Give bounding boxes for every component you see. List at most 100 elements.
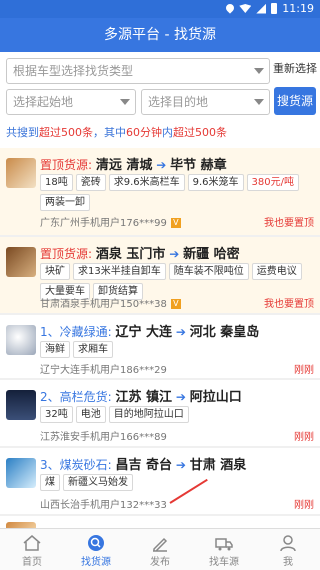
tab-label: 发布	[150, 557, 170, 568]
cargo-type-placeholder: 根据车型选择找货类型	[13, 64, 134, 78]
signal-icon	[256, 3, 267, 14]
dog-avatar-image	[6, 247, 36, 277]
listing-tag: 1、冷藏绿通:	[40, 325, 112, 339]
poster-info: 甘肃酒泉手机用户150***38	[40, 299, 167, 310]
listing-meta: 甘肃酒泉手机用户150***38 V	[40, 295, 181, 310]
location-icon	[226, 4, 234, 14]
list-item[interactable]	[0, 516, 320, 528]
poster-info: 山西长治手机用户132***33	[40, 500, 167, 511]
listing-meta: 山西长治手机用户132***33	[40, 496, 167, 511]
list-item[interactable]: 1、冷藏绿通: 辽宁 大连 ➔ 河北 秦皇岛 海鲜 求厢车 辽宁大连手机用户18…	[0, 315, 320, 378]
tab-publish[interactable]: 发布	[128, 529, 192, 570]
summary-text: 共搜到	[6, 126, 39, 139]
chip: 求9.6米高栏车	[108, 174, 185, 191]
chip: 目的地阿拉山口	[108, 406, 189, 423]
arrow-right-icon: ➔	[175, 458, 186, 472]
listing-title: 2、高栏危货: 江苏 镇江 ➔ 阿拉山口	[40, 386, 242, 405]
listing-title: 1、冷藏绿通: 辽宁 大连 ➔ 河北 秦皇岛	[40, 321, 259, 340]
listing-chips: 18吨 瓷砖 求9.6米高栏车 9.6米笼车 380元/吨 两装一卸	[40, 174, 315, 211]
chevron-down-icon	[254, 99, 264, 105]
origin-select[interactable]: 选择起始地	[6, 89, 136, 115]
promote-link[interactable]: 我也要置顶	[264, 295, 314, 310]
tab-label: 首页	[22, 557, 42, 568]
chip: 9.6米笼车	[187, 174, 244, 191]
cargo-type-select[interactable]: 根据车型选择找货类型	[6, 58, 270, 84]
search-button[interactable]: 搜货源	[274, 87, 316, 115]
promote-link[interactable]: 我也要置顶	[264, 214, 314, 229]
arrow-right-icon: ➔	[169, 247, 180, 261]
spiral-thumbnail-image	[6, 325, 36, 355]
bottom-tab-bar: 首页 找货源 发布 找车源 我	[0, 528, 320, 570]
route-to: 甘肃 酒泉	[189, 458, 247, 473]
chip: 求13米半挂自卸车	[73, 263, 166, 280]
listing-chips: 煤 新疆义马始发	[40, 474, 315, 491]
tab-label: 找货源	[81, 557, 111, 568]
summary-text: ，其中	[93, 126, 126, 139]
tab-me[interactable]: 我	[256, 529, 320, 570]
time-label: 刚刚	[294, 365, 314, 376]
listing-tag: 置顶货源:	[40, 247, 93, 261]
route-from: 辽宁 大连	[115, 325, 173, 340]
time-label: 刚刚	[294, 432, 314, 443]
chip: 随车装不限吨位	[168, 263, 249, 280]
listing-tag: 2、高栏危货:	[40, 390, 112, 404]
listing-title: 置顶货源: 清远 清城 ➔ 毕节 赫章	[40, 154, 227, 173]
listing-meta: 广东广州手机用户176***99 V	[40, 214, 181, 229]
result-summary: 共搜到超过500条，其中60分钟内超过500条	[0, 122, 320, 144]
summary-text: 内	[162, 126, 173, 139]
search-panel: 根据车型选择找货类型 选择起始地 选择目的地	[0, 52, 320, 122]
chip: 块矿	[40, 263, 70, 280]
destination-placeholder: 选择目的地	[148, 95, 209, 109]
route-from: 昌吉 奇台	[115, 458, 173, 473]
list-item[interactable]: 置顶货源: 酒泉 玉门市 ➔ 新疆 哈密 块矿 求13米半挂自卸车 随车装不限吨…	[0, 237, 320, 313]
verified-icon: V	[170, 299, 181, 309]
tab-find-cargo[interactable]: 找货源	[64, 529, 128, 570]
chip: 电池	[75, 406, 106, 423]
destination-select[interactable]: 选择目的地	[141, 89, 270, 115]
tab-label: 我	[283, 557, 293, 568]
poster-info: 广东广州手机用户176***99	[40, 218, 167, 229]
summary-count: 超过500条	[173, 126, 227, 139]
find-cargo-icon	[88, 535, 104, 551]
route-to: 阿拉山口	[189, 390, 242, 405]
listing-title: 置顶货源: 酒泉 玉门市 ➔ 新疆 哈密	[40, 243, 240, 262]
list-item[interactable]: 3、煤炭砂石: 昌吉 奇台 ➔ 甘肃 酒泉 煤 新疆义马始发 山西长治手机用户1…	[0, 448, 320, 514]
reset-button[interactable]: 重新选择	[273, 60, 317, 76]
listing-tag: 3、煤炭砂石:	[40, 458, 112, 472]
route-to: 新疆 哈密	[183, 247, 240, 262]
chip: 32吨	[40, 406, 73, 423]
verified-icon: V	[170, 218, 181, 228]
listing-chips: 32吨 电池 目的地阿拉山口	[40, 406, 315, 423]
chip-price: 380元/吨	[246, 174, 300, 191]
dog-avatar-image	[6, 158, 36, 188]
tab-label: 找车源	[209, 557, 239, 568]
poster-info: 江苏淮安手机用户166***89	[40, 432, 167, 443]
page-title: 多源平台 - 找货源	[0, 18, 320, 52]
route-from: 清远 清城	[95, 158, 153, 173]
wifi-icon	[239, 4, 252, 13]
chevron-down-icon	[254, 68, 264, 74]
arrow-right-icon: ➔	[175, 325, 186, 339]
status-bar: 11:19	[0, 0, 320, 18]
list-item[interactable]: 置顶货源: 清远 清城 ➔ 毕节 赫章 18吨 瓷砖 求9.6米高栏车 9.6米…	[0, 148, 320, 235]
status-time: 11:19	[282, 2, 314, 15]
cargo-list: 置顶货源: 清远 清城 ➔ 毕节 赫章 18吨 瓷砖 求9.6米高栏车 9.6米…	[0, 148, 320, 528]
origin-placeholder: 选择起始地	[13, 95, 74, 109]
tab-home[interactable]: 首页	[0, 529, 64, 570]
status-icons: 11:19	[226, 2, 314, 15]
listing-tag: 置顶货源:	[40, 158, 93, 172]
home-icon	[23, 535, 41, 551]
summary-time: 60分钟	[126, 126, 162, 139]
route-from: 酒泉 玉门市	[95, 247, 166, 262]
listing-title: 3、煤炭砂石: 昌吉 奇台 ➔ 甘肃 酒泉	[40, 454, 247, 473]
tab-find-truck[interactable]: 找车源	[192, 529, 256, 570]
chip: 海鲜	[40, 341, 70, 358]
route-from: 江苏 镇江	[115, 390, 173, 405]
list-item[interactable]: 2、高栏危货: 江苏 镇江 ➔ 阿拉山口 32吨 电池 目的地阿拉山口 江苏淮安…	[0, 380, 320, 446]
user-icon	[280, 535, 296, 552]
summary-count: 超过500条	[39, 126, 93, 139]
chip: 瓷砖	[75, 174, 106, 191]
landscape-thumbnail-image	[6, 458, 36, 488]
route-to: 毕节 赫章	[170, 158, 227, 173]
truck-icon	[215, 538, 233, 551]
